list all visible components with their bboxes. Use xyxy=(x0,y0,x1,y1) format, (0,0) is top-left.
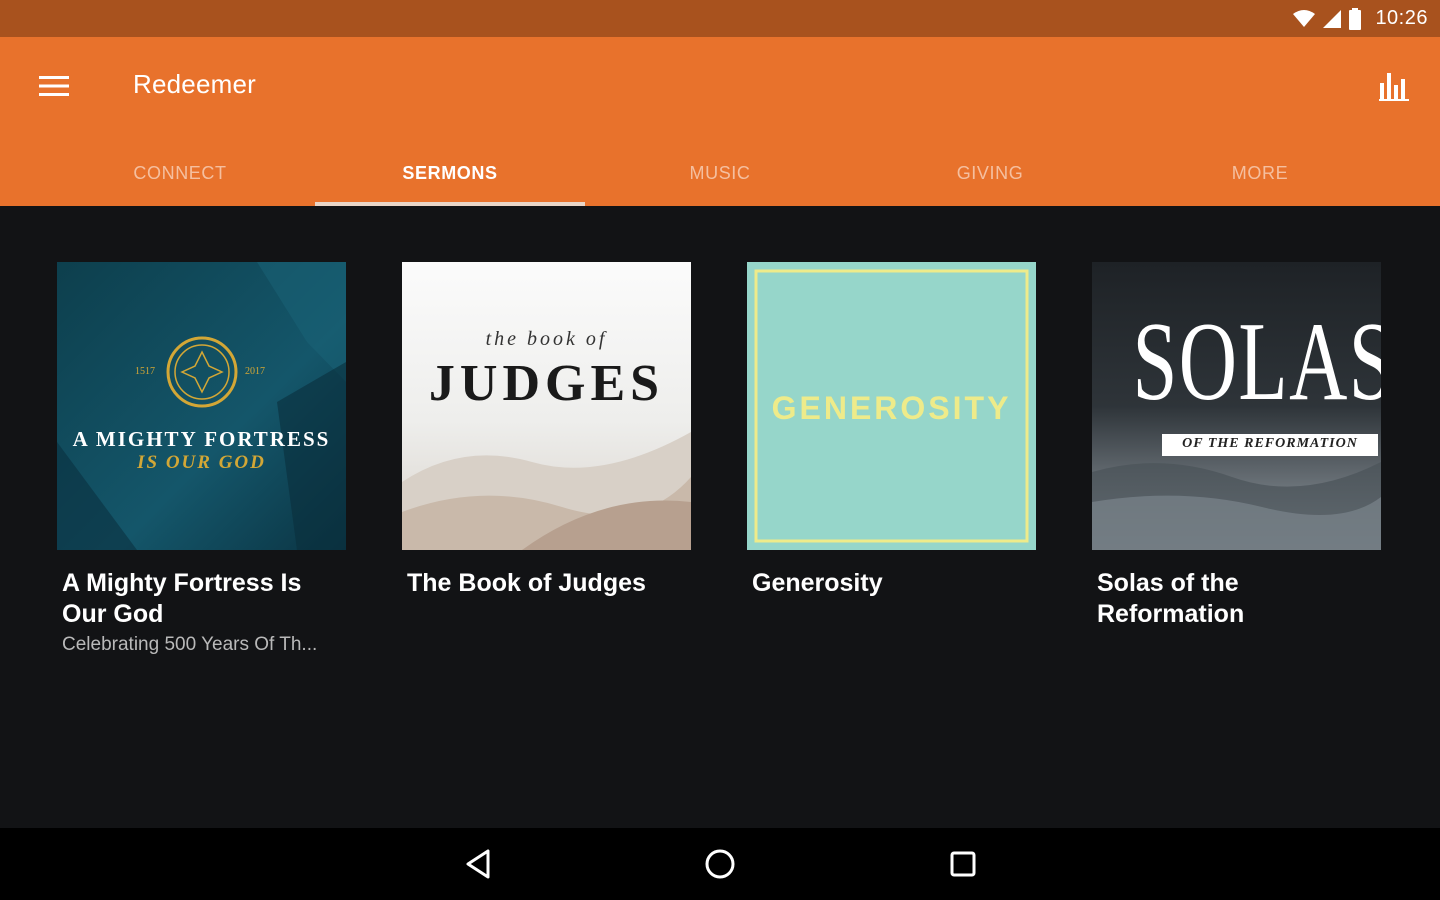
tab-giving[interactable]: GIVING xyxy=(855,147,1125,206)
back-triangle-icon xyxy=(466,849,490,879)
menu-button[interactable] xyxy=(30,63,78,109)
series-title: The Book of Judges xyxy=(407,569,646,597)
tab-sermons[interactable]: SERMONS xyxy=(315,147,585,206)
hamburger-menu-icon xyxy=(39,76,69,96)
recents-button[interactable] xyxy=(943,846,983,882)
art-year-right: 2017 xyxy=(245,366,265,377)
series-artwork: 1517 2017 A MIGHTY FORTRESS IS OUR GOD xyxy=(57,262,346,550)
recents-square-icon xyxy=(950,851,976,877)
clock: 10:26 xyxy=(1375,7,1428,29)
home-circle-icon xyxy=(705,849,735,879)
series-card-mighty-fortress[interactable]: 1517 2017 A MIGHTY FORTRESS IS OUR GOD A… xyxy=(57,262,346,656)
app-title: Redeemer xyxy=(133,69,256,99)
series-title: A Mighty Fortress Is Our God xyxy=(62,569,302,628)
series-card-judges[interactable]: the book of JUDGES The Book of Judges xyxy=(402,262,691,599)
series-card-generosity[interactable]: GENEROSITY Generosity xyxy=(747,262,1036,599)
tab-bar: CONNECT SERMONS MUSIC GIVING MORE xyxy=(45,147,1395,206)
series-subtitle: Celebrating 500 Years Of Th... xyxy=(62,634,318,655)
tab-music[interactable]: MUSIC xyxy=(585,147,855,206)
sermon-series-grid: 1517 2017 A MIGHTY FORTRESS IS OUR GOD A… xyxy=(0,206,1440,828)
wifi-icon xyxy=(1293,9,1316,27)
series-artwork: SOLAS OF THE REFORMATION xyxy=(1092,262,1381,550)
art-title-line1: SOLAS xyxy=(1132,300,1381,424)
bar-chart-icon xyxy=(1379,73,1409,101)
series-artwork: GENEROSITY xyxy=(747,262,1036,550)
tab-more[interactable]: MORE xyxy=(1125,147,1395,206)
art-title-line1: the book of xyxy=(485,328,608,350)
back-button[interactable] xyxy=(458,846,498,882)
art-title-line1: GENEROSITY xyxy=(771,390,1012,426)
art-title-line2: JUDGES xyxy=(428,355,665,412)
art-title-line1: A MIGHTY FORTRESS xyxy=(72,427,331,451)
series-title: Generosity xyxy=(752,569,883,597)
tab-connect[interactable]: CONNECT xyxy=(45,147,315,206)
signal-icon xyxy=(1323,9,1342,28)
home-button[interactable] xyxy=(700,846,740,882)
art-title-line2: IS OUR GOD xyxy=(137,452,266,473)
status-bar: 10:26 xyxy=(0,0,1440,37)
series-card-solas[interactable]: SOLAS OF THE REFORMATION Solas of the Re… xyxy=(1092,262,1381,630)
app-bar: Redeemer CONNECT SERMONS MUSIC GIVING MO… xyxy=(0,37,1440,206)
art-title-line2: OF THE REFORMATION xyxy=(1182,436,1358,451)
series-artwork: the book of JUDGES xyxy=(402,262,691,550)
stats-button[interactable] xyxy=(1370,63,1418,109)
battery-icon xyxy=(1349,7,1362,30)
system-nav-bar xyxy=(0,828,1440,900)
series-title: Solas of the Reformation xyxy=(1097,569,1245,628)
art-year-left: 1517 xyxy=(135,366,155,377)
